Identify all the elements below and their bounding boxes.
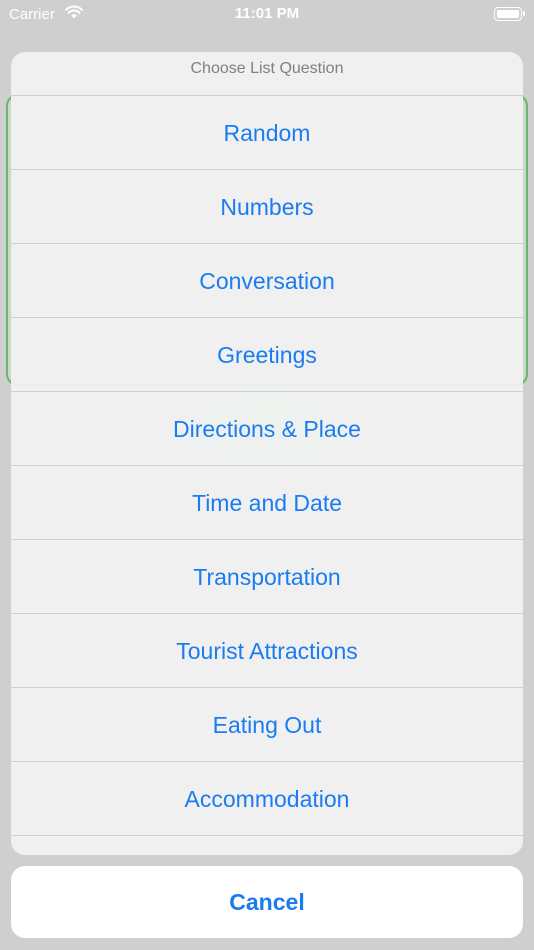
action-sheet-title: Choose List Question [11, 52, 523, 96]
action-sheet: Choose List Question Random Numbers Conv… [11, 52, 523, 855]
battery-fill [497, 10, 519, 18]
status-bar: Carrier 11:01 PM [0, 0, 534, 30]
option-eating-out[interactable]: Eating Out [11, 688, 523, 762]
option-directions-place[interactable]: Directions & Place [11, 392, 523, 466]
option-time-and-date[interactable]: Time and Date [11, 466, 523, 540]
option-transportation[interactable]: Transportation [11, 540, 523, 614]
option-next[interactable] [11, 836, 523, 855]
option-accommodation[interactable]: Accommodation [11, 762, 523, 836]
option-numbers[interactable]: Numbers [11, 170, 523, 244]
battery-icon [494, 7, 525, 21]
status-time: 11:01 PM [234, 5, 300, 22]
action-sheet-options: Random Numbers Conversation Greetings Di… [11, 96, 523, 855]
option-random[interactable]: Random [11, 96, 523, 170]
option-conversation[interactable]: Conversation [11, 244, 523, 318]
cancel-button[interactable]: Cancel [11, 866, 523, 938]
option-tourist-attractions[interactable]: Tourist Attractions [11, 614, 523, 688]
option-greetings[interactable]: Greetings [11, 318, 523, 392]
